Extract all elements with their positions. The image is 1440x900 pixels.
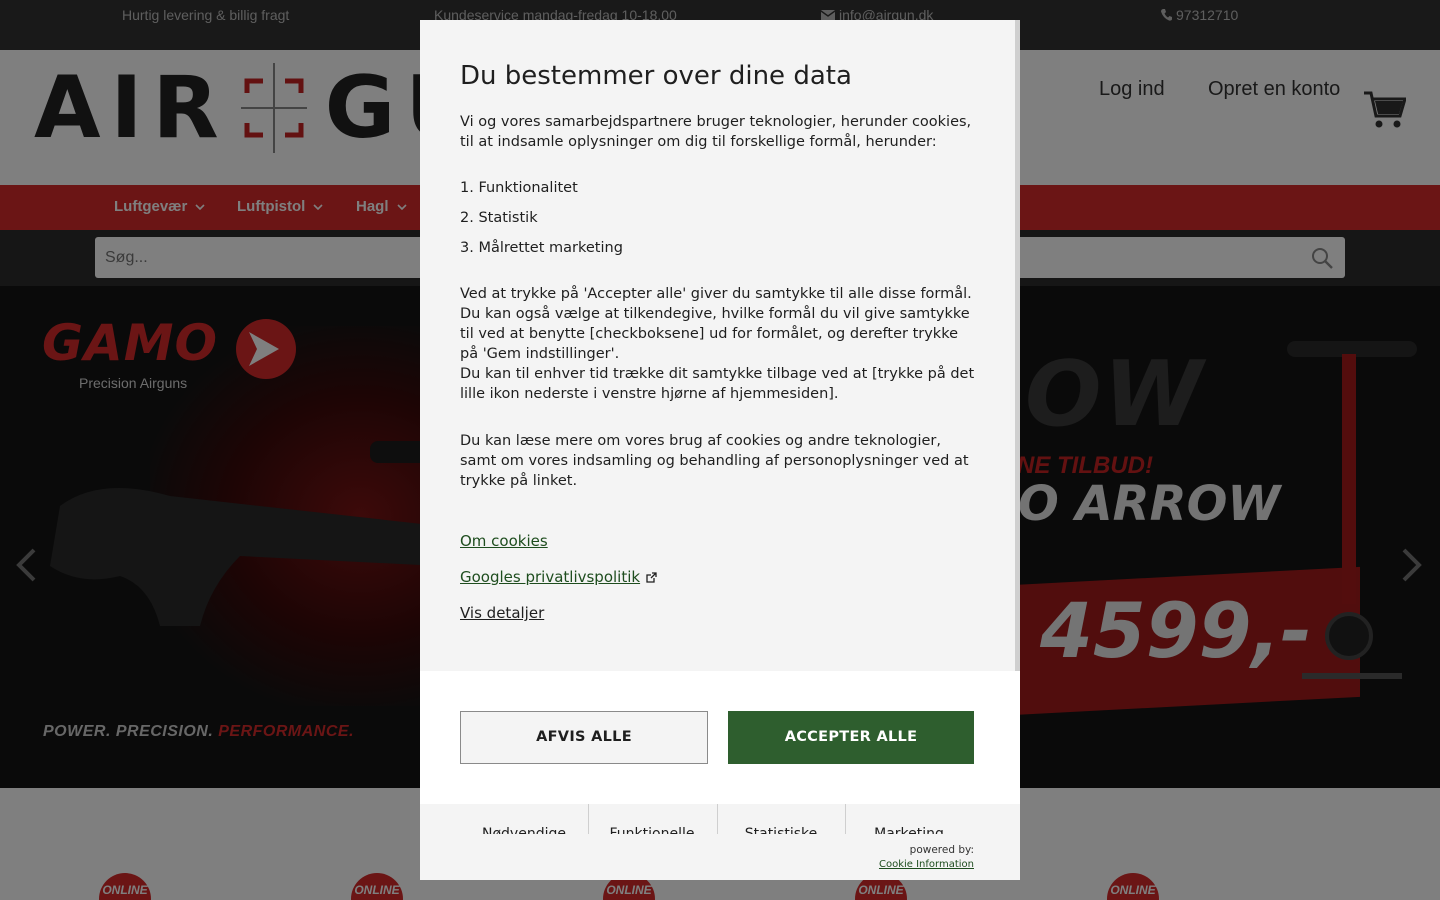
accept-all-button[interactable]: ACCEPTER ALLE [728, 711, 974, 764]
tab-functional[interactable]: Funktionelle [588, 826, 716, 834]
purpose-item: 3. Målrettet marketing [460, 240, 623, 256]
cookie-consent-dialog: Du bestemmer over dine data Vi og vores … [420, 20, 1020, 880]
tab-marketing[interactable]: Marketing [845, 826, 973, 834]
google-privacy-link[interactable]: Googles privatlivspolitik [460, 568, 980, 586]
consent-intro: Vi og vores samarbejdspartnere bruger te… [460, 114, 972, 150]
consent-content: Du bestemmer over dine data Vi og vores … [420, 20, 1020, 671]
consent-purpose-list: 1. Funktionalitet 2. Statistik 3. Målret… [460, 178, 980, 258]
reject-all-button[interactable]: AFVIS ALLE [460, 711, 708, 764]
purpose-item: 2. Statistik [460, 210, 538, 226]
consent-withdraw-info: Du kan til enhver tid trække dit samtykk… [460, 366, 975, 402]
powered-by-label: powered by: [909, 844, 974, 856]
consent-button-area: AFVIS ALLE ACCEPTER ALLE [420, 671, 1020, 804]
consent-read-more: Du kan læse mere om vores brug af cookie… [460, 433, 969, 489]
consent-title: Du bestemmer over dine data [460, 61, 852, 91]
show-details-link[interactable]: Vis detaljer [460, 604, 980, 622]
tab-necessary[interactable]: Nødvendige [460, 826, 588, 834]
consent-category-tabs: Nødvendige Funktionelle Statistiske Mark… [460, 804, 974, 834]
tab-statistics[interactable]: Statistiske [717, 826, 845, 834]
external-link-icon [646, 572, 657, 583]
purpose-item: 1. Funktionalitet [460, 180, 578, 196]
google-privacy-label[interactable]: Googles privatlivspolitik [460, 568, 640, 586]
consent-explanation: Ved at trykke på 'Accepter alle' giver d… [460, 286, 972, 362]
powered-by: powered by: Cookie Information [879, 843, 974, 872]
cookie-information-link[interactable]: Cookie Information [879, 859, 974, 870]
cookies-link[interactable]: Om cookies [460, 532, 980, 550]
